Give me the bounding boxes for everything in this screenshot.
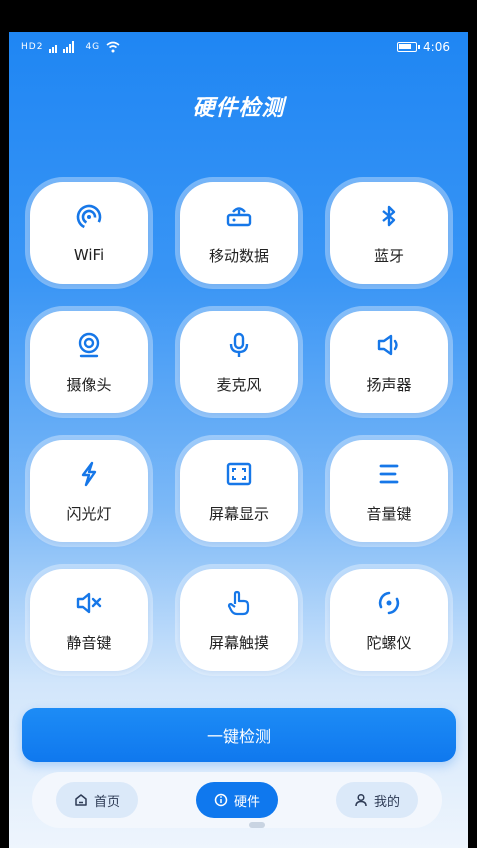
- tile-label: 屏幕触摸: [208, 633, 269, 652]
- hardware-grid: WiFi 移动数据 蓝牙 摄像头 麦克风 扬声器 闪光灯 屏幕显示 音量键 静音…: [25, 177, 453, 676]
- microphone-icon: [224, 330, 254, 360]
- tile-label: 麦克风: [216, 375, 262, 394]
- tile-mute-key[interactable]: 静音键: [25, 564, 153, 676]
- tile-bluetooth[interactable]: 蓝牙: [325, 177, 453, 289]
- touch-icon: [224, 588, 254, 618]
- tab-mine[interactable]: 我的: [335, 782, 418, 818]
- tile-label: 移动数据: [208, 246, 269, 265]
- tile-card: 麦克风: [180, 311, 298, 413]
- tile-label: WiFi: [73, 246, 105, 264]
- tile-label: 屏幕显示: [208, 504, 269, 523]
- battery-icon: [397, 42, 421, 52]
- tile-card: 静音键: [30, 569, 148, 671]
- tab-label: 硬件: [233, 794, 260, 810]
- screen-icon: [224, 459, 254, 489]
- camera-icon: [74, 330, 104, 360]
- wifi-status-icon: [106, 41, 120, 53]
- home-indicator: [249, 822, 265, 828]
- network-type: 4G: [85, 42, 101, 52]
- tile-speaker[interactable]: 扬声器: [325, 306, 453, 418]
- tile-mobile-data[interactable]: 移动数据: [175, 177, 303, 289]
- volume-key-icon: [374, 459, 404, 489]
- bottom-tab-bar: 首页 硬件 我的: [32, 772, 442, 828]
- tile-screen-touch[interactable]: 屏幕触摸: [175, 564, 303, 676]
- phone-screen: HD2 4G 4:06 硬件检测 WiFi 移动数据 蓝牙 摄像头 麦克风 扬声…: [9, 32, 468, 848]
- tile-label: 音量键: [366, 504, 412, 523]
- wifi-icon: [74, 202, 104, 232]
- tile-camera[interactable]: 摄像头: [25, 306, 153, 418]
- tile-label: 陀螺仪: [366, 633, 412, 652]
- tile-card: 闪光灯: [30, 440, 148, 542]
- router-icon: [224, 201, 254, 231]
- tile-card: 音量键: [330, 440, 448, 542]
- speaker-icon: [374, 330, 404, 360]
- tile-card: 摄像头: [30, 311, 148, 413]
- tile-card: WiFi: [30, 182, 148, 284]
- tile-card: 移动数据: [180, 182, 298, 284]
- tile-label: 摄像头: [66, 375, 112, 394]
- status-badges: HD2: [21, 42, 44, 52]
- tab-home[interactable]: 首页: [56, 782, 139, 818]
- tab-hardware[interactable]: 硬件: [195, 782, 278, 818]
- flash-icon: [74, 459, 104, 489]
- tile-microphone[interactable]: 麦克风: [175, 306, 303, 418]
- tile-card: 屏幕触摸: [180, 569, 298, 671]
- tile-card: 陀螺仪: [330, 569, 448, 671]
- bluetooth-icon: [374, 201, 404, 231]
- status-bar: HD2 4G 4:06: [9, 32, 468, 62]
- one-click-detect-button[interactable]: 一键检测: [22, 708, 456, 762]
- tile-wifi[interactable]: WiFi: [25, 177, 153, 289]
- tile-label: 静音键: [66, 633, 112, 652]
- signal-icon: [49, 41, 75, 53]
- status-time: 4:06: [423, 40, 450, 54]
- tile-card: 屏幕显示: [180, 440, 298, 542]
- tile-gyroscope[interactable]: 陀螺仪: [325, 564, 453, 676]
- tile-card: 扬声器: [330, 311, 448, 413]
- tab-label: 首页: [94, 794, 121, 810]
- home-icon: [75, 794, 87, 806]
- tile-screen-display[interactable]: 屏幕显示: [175, 435, 303, 547]
- tile-card: 蓝牙: [330, 182, 448, 284]
- gyroscope-icon: [374, 588, 404, 618]
- status-left: HD2 4G: [21, 41, 120, 53]
- tile-label: 闪光灯: [66, 504, 112, 523]
- tile-volume-keys[interactable]: 音量键: [325, 435, 453, 547]
- info-icon: [214, 793, 228, 807]
- tile-label: 扬声器: [366, 375, 412, 394]
- mute-icon: [74, 588, 104, 618]
- page-title: 硬件检测: [192, 96, 285, 121]
- tab-label: 我的: [373, 794, 400, 810]
- user-icon: [355, 793, 367, 807]
- tile-label: 蓝牙: [373, 246, 404, 265]
- tile-flashlight[interactable]: 闪光灯: [25, 435, 153, 547]
- status-right: 4:06: [397, 40, 450, 54]
